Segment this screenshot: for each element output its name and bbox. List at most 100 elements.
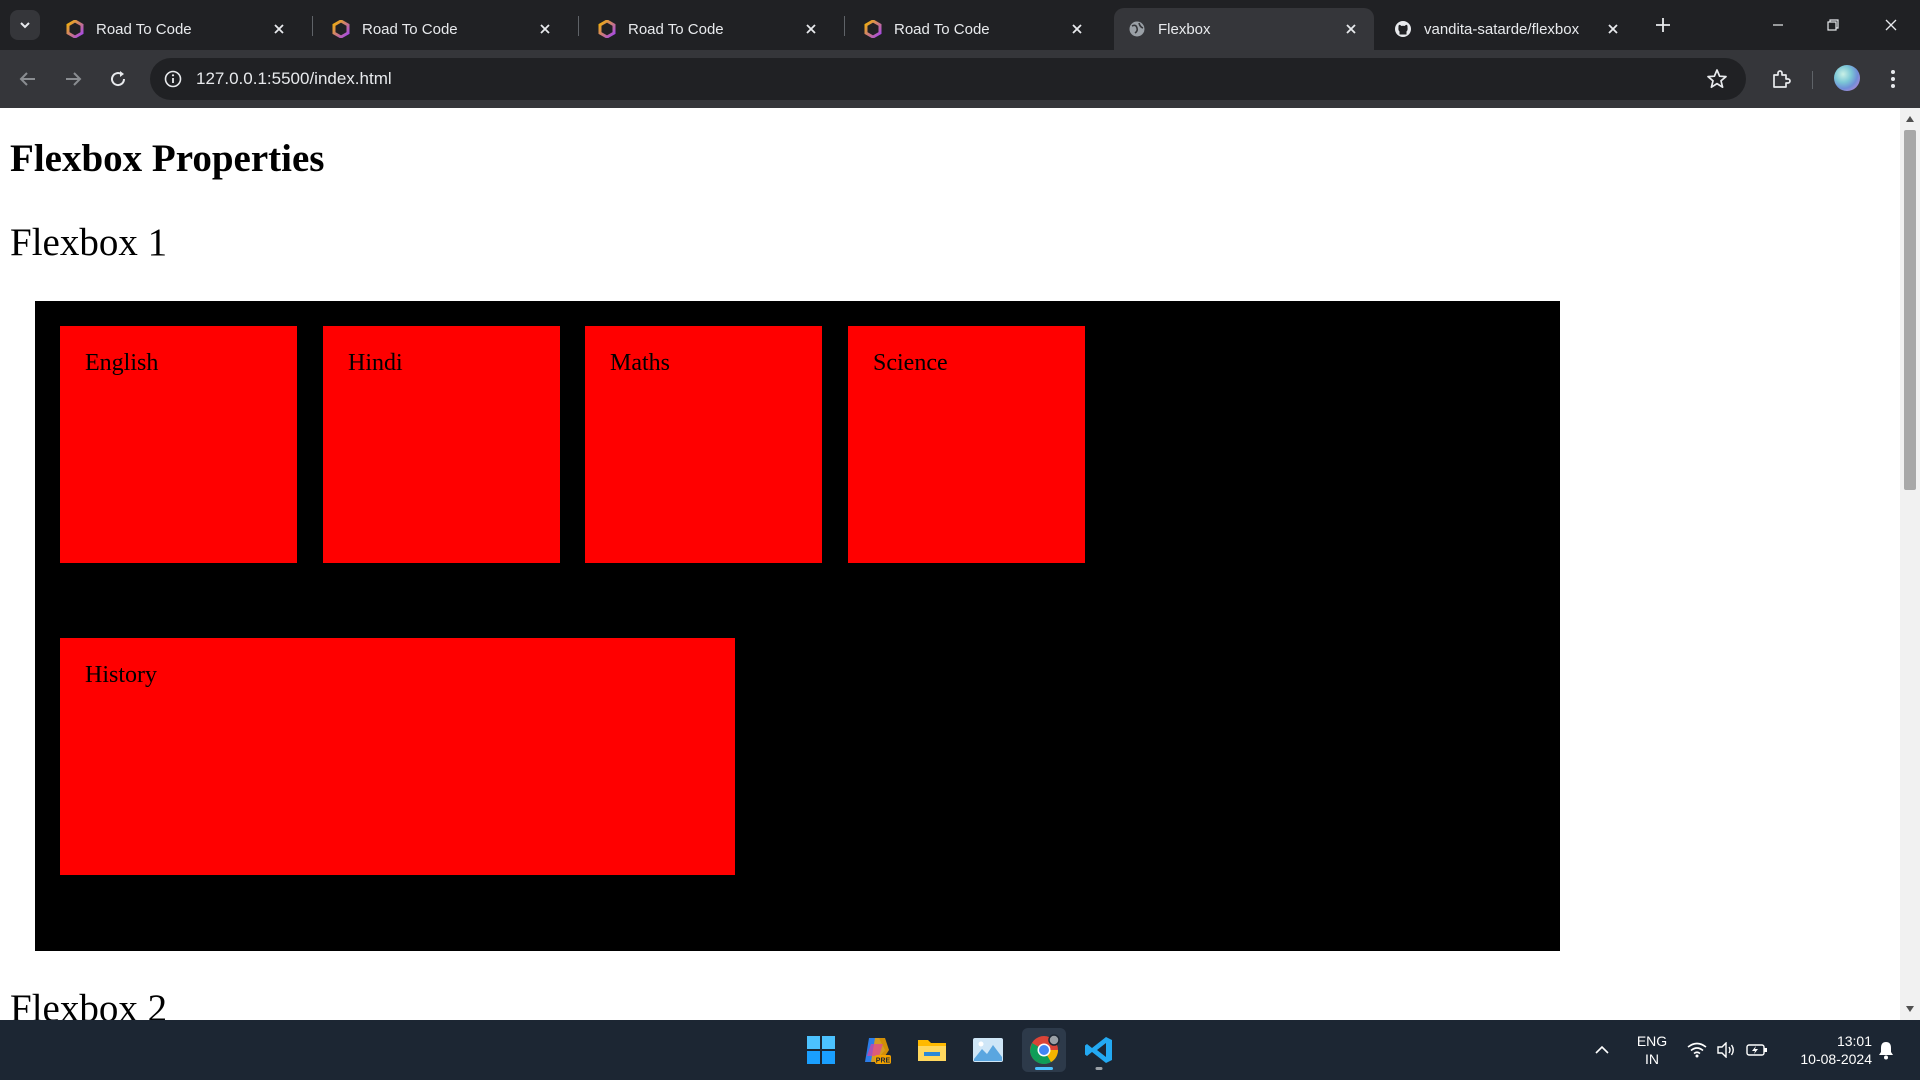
- speaker-icon: [1717, 1042, 1734, 1058]
- flex-item-label: English: [85, 350, 159, 376]
- chrome-app[interactable]: [1022, 1028, 1066, 1072]
- windows-start-icon: [807, 1036, 835, 1064]
- copilot-app[interactable]: PRE: [855, 1028, 899, 1072]
- flex-item-maths: Maths: [585, 326, 822, 563]
- flex-item-label: Hindi: [348, 350, 403, 376]
- tab-title: vandita-satarde/flexbox: [1424, 20, 1580, 38]
- more-vertical-icon: [1891, 70, 1895, 88]
- globe-icon: [1129, 21, 1145, 37]
- close-window-button[interactable]: [1876, 12, 1906, 38]
- battery-charging-icon: [1746, 1044, 1767, 1056]
- running-app-indicator: [1095, 1067, 1103, 1070]
- page-viewport: Flexbox Properties Flexbox 1 English Hin…: [0, 108, 1920, 1020]
- tab-road-to-code-2[interactable]: Road To Code: [318, 8, 568, 50]
- show-hidden-icons-button[interactable]: [1590, 1038, 1614, 1062]
- profile-avatar[interactable]: [1834, 65, 1860, 91]
- scrollbar-thumb[interactable]: [1904, 130, 1916, 490]
- chevron-up-icon: [1595, 1045, 1609, 1054]
- minimize-icon: [1773, 24, 1783, 26]
- restore-icon: [1827, 19, 1839, 31]
- tab-separator: [844, 16, 845, 36]
- flex-item-english: English: [60, 326, 297, 563]
- flex-item-label: Science: [873, 350, 948, 376]
- new-tab-button[interactable]: [1650, 12, 1676, 38]
- scroll-down-arrow[interactable]: [1900, 1002, 1920, 1016]
- close-icon[interactable]: [270, 20, 288, 38]
- close-icon[interactable]: [802, 20, 820, 38]
- vscode-app[interactable]: [1077, 1028, 1121, 1072]
- system-clock[interactable]: 13:01 10-08-2024: [1782, 1032, 1872, 1068]
- wifi-icon: [1687, 1042, 1707, 1058]
- clock-date: 10-08-2024: [1800, 1051, 1872, 1067]
- clock-time: 13:01: [1836, 1033, 1872, 1049]
- reload-button[interactable]: [103, 64, 133, 94]
- tab-title: Road To Code: [96, 20, 192, 38]
- tab-title: Road To Code: [894, 20, 990, 38]
- forward-button[interactable]: [58, 64, 88, 94]
- plus-icon: [1656, 18, 1670, 32]
- tab-strip: Road To Code Road To Code Road To Code R…: [0, 0, 1920, 50]
- tab-title: Flexbox: [1158, 20, 1211, 38]
- start-button[interactable]: [799, 1028, 843, 1072]
- scroll-up-arrow[interactable]: [1900, 112, 1920, 126]
- flex-item-label: Maths: [610, 350, 670, 376]
- address-bar[interactable]: 127.0.0.1:5500/index.html: [150, 58, 1746, 100]
- section-title-flexbox-1: Flexbox 1: [10, 221, 168, 264]
- tab-github-flexbox[interactable]: vandita-satarde/flexbox: [1380, 8, 1636, 50]
- close-icon[interactable]: [1068, 20, 1086, 38]
- url-text: 127.0.0.1:5500/index.html: [196, 69, 392, 88]
- tab-road-to-code-3[interactable]: Road To Code: [584, 8, 834, 50]
- star-icon[interactable]: [1706, 68, 1728, 90]
- hexagon-icon: [66, 20, 84, 38]
- tab-road-to-code-4[interactable]: Road To Code: [850, 8, 1100, 50]
- tab-separator: [578, 16, 579, 36]
- file-explorer-icon: [918, 1040, 946, 1061]
- volume-button[interactable]: [1714, 1038, 1738, 1062]
- bell-icon: [1879, 1042, 1893, 1060]
- notifications-button[interactable]: [1874, 1038, 1898, 1062]
- language-code: ENG: [1636, 1033, 1668, 1049]
- flex-item-label: History: [85, 662, 157, 688]
- tab-road-to-code-1[interactable]: Road To Code: [52, 8, 302, 50]
- flex-item-history: History: [60, 638, 735, 875]
- page-scrollbar[interactable]: [1900, 108, 1920, 1020]
- tab-title: Road To Code: [362, 20, 458, 38]
- info-icon: [164, 70, 182, 88]
- toolbar-divider: [1812, 71, 1813, 89]
- restore-button[interactable]: [1818, 12, 1848, 38]
- wifi-button[interactable]: [1685, 1038, 1709, 1062]
- flex-item-hindi: Hindi: [323, 326, 560, 563]
- close-icon[interactable]: [1342, 20, 1360, 38]
- chrome-icon: [1030, 1034, 1060, 1064]
- file-explorer-app[interactable]: [910, 1028, 954, 1072]
- windows-taskbar: PRE ENG IN 13:01 10-08-2024: [0, 1020, 1920, 1080]
- vscode-icon: [1085, 1037, 1112, 1063]
- hexagon-icon: [598, 20, 616, 38]
- flex-container: English Hindi Maths Science History: [35, 301, 1560, 951]
- language-indicator[interactable]: ENG IN: [1630, 1032, 1674, 1068]
- tab-separator: [312, 16, 313, 36]
- section-title-flexbox-2: Flexbox 2: [10, 987, 168, 1020]
- close-icon[interactable]: [1604, 20, 1622, 38]
- region-code: IN: [1645, 1051, 1659, 1067]
- minimize-button[interactable]: [1763, 12, 1793, 38]
- close-icon[interactable]: [536, 20, 554, 38]
- flex-item-science: Science: [848, 326, 1085, 563]
- reload-icon: [111, 71, 126, 87]
- photos-icon: [973, 1038, 1003, 1062]
- tab-flexbox[interactable]: Flexbox: [1114, 8, 1374, 50]
- active-app-indicator: [1035, 1067, 1053, 1070]
- chrome-menu-button[interactable]: [1878, 64, 1908, 94]
- hexagon-icon: [864, 20, 882, 38]
- hexagon-icon: [332, 20, 350, 38]
- close-icon: [1885, 19, 1897, 31]
- page-heading: Flexbox Properties: [10, 137, 325, 180]
- extensions-button[interactable]: [1766, 64, 1796, 94]
- site-info-button[interactable]: [160, 66, 186, 92]
- tab-search-button[interactable]: [10, 10, 40, 40]
- copilot-icon: PRE: [865, 1038, 891, 1065]
- photos-app[interactable]: [966, 1028, 1010, 1072]
- arrow-left-icon: [19, 72, 35, 86]
- back-button[interactable]: [13, 64, 43, 94]
- battery-button[interactable]: [1745, 1038, 1769, 1062]
